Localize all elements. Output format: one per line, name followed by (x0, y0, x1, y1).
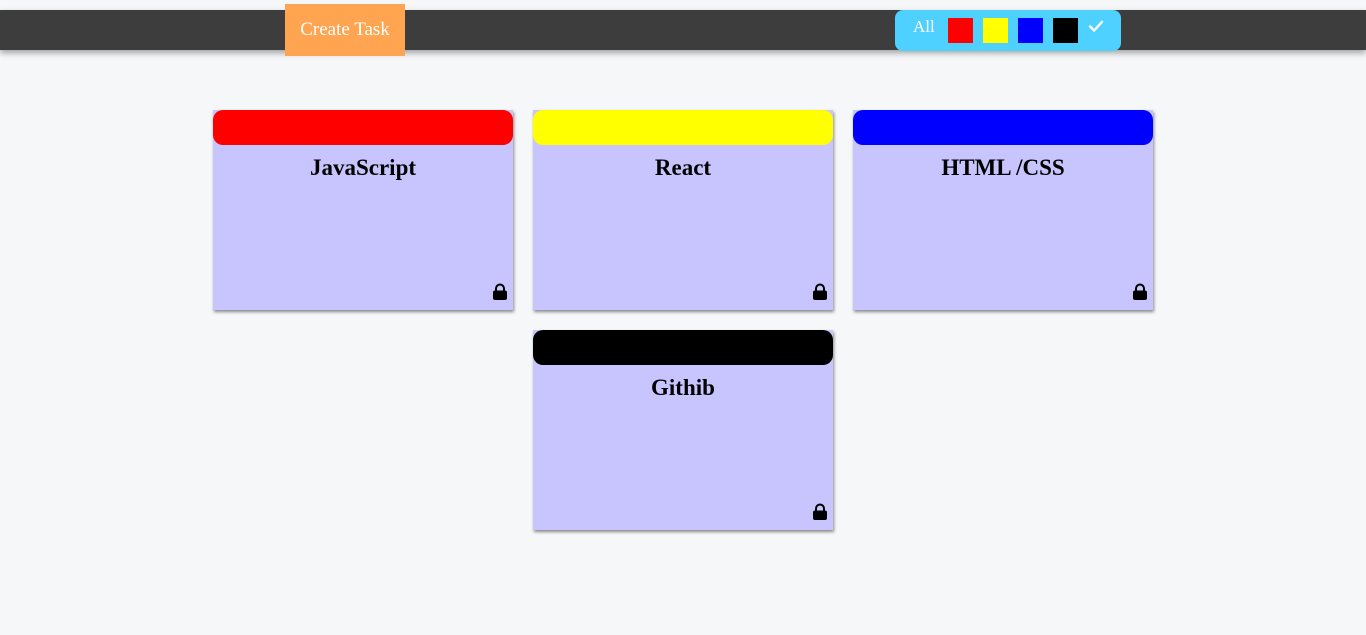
filter-swatch-blue[interactable] (1018, 18, 1043, 43)
task-card[interactable]: Githib (533, 330, 833, 530)
card-title: React (654, 155, 712, 180)
lock-icon[interactable] (812, 503, 828, 520)
card-color-header (213, 110, 513, 145)
card-color-header (533, 110, 833, 145)
lock-icon[interactable] (1132, 283, 1148, 300)
card-title: Githib (651, 375, 715, 400)
filter-swatch-red[interactable] (948, 18, 973, 43)
filter-swatch-black[interactable] (1053, 18, 1078, 43)
card-title: HTML /CSS (941, 155, 1065, 180)
top-bar (0, 10, 1366, 50)
card-title: JavaScript (309, 155, 417, 180)
lock-icon[interactable] (492, 283, 508, 300)
task-card[interactable]: HTML /CSS (853, 110, 1153, 310)
check-icon[interactable] (1087, 17, 1105, 35)
task-card[interactable]: React (533, 110, 833, 310)
card-color-header (853, 110, 1153, 145)
task-card[interactable]: JavaScript (213, 110, 513, 310)
create-task-button[interactable]: Create Task (285, 4, 405, 56)
color-filter-bar: All (895, 10, 1121, 51)
card-color-header (533, 330, 833, 365)
filter-swatch-yellow[interactable] (983, 18, 1008, 43)
lock-icon[interactable] (812, 283, 828, 300)
filter-all-option[interactable]: All (913, 17, 935, 37)
